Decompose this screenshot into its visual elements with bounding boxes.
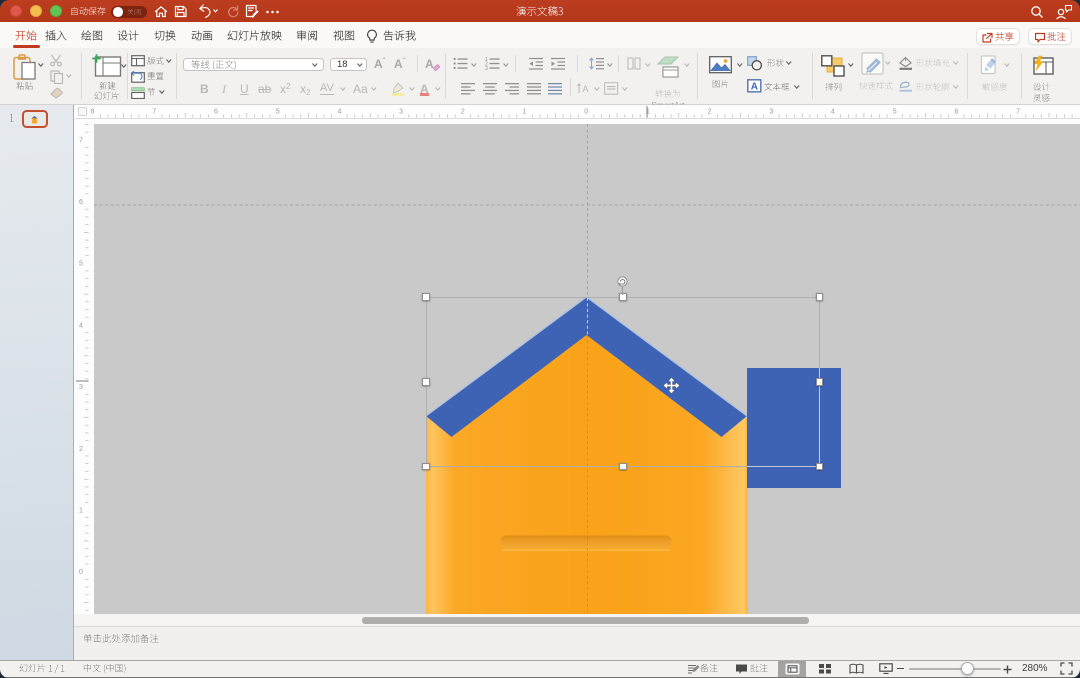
svg-text:2: 2 (461, 109, 465, 116)
svg-text:6: 6 (79, 199, 83, 206)
svg-text:4: 4 (337, 109, 341, 116)
svg-text:5: 5 (79, 261, 83, 268)
svg-text:3: 3 (79, 384, 83, 391)
svg-text:2: 2 (708, 109, 712, 116)
svg-text:7: 7 (152, 109, 156, 116)
svg-text:1: 1 (523, 109, 527, 116)
svg-text:1: 1 (79, 508, 83, 515)
svg-text:7: 7 (79, 137, 83, 144)
svg-text:0: 0 (584, 109, 588, 116)
svg-text:7: 7 (1016, 109, 1020, 116)
svg-text:8: 8 (91, 109, 95, 116)
svg-text:4: 4 (831, 109, 835, 116)
svg-text:3: 3 (769, 109, 773, 116)
svg-text:4: 4 (79, 322, 83, 329)
svg-text:0: 0 (79, 569, 83, 576)
svg-text:3: 3 (485, 66, 488, 70)
svg-text:A: A (583, 84, 589, 94)
svg-text:A: A (751, 81, 758, 92)
svg-text:6: 6 (954, 109, 958, 116)
svg-text:3: 3 (399, 109, 403, 116)
svg-text:2: 2 (79, 446, 83, 453)
svg-text:5: 5 (893, 109, 897, 116)
svg-text:6: 6 (214, 109, 218, 116)
svg-text:5: 5 (276, 109, 280, 116)
